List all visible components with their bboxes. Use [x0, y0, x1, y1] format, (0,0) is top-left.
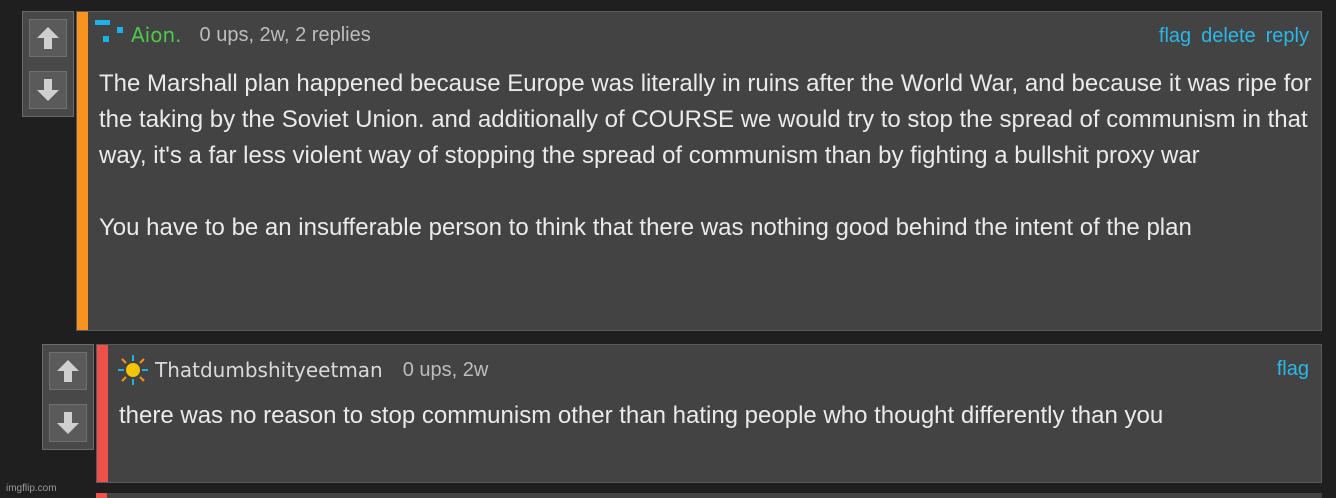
arrow-down-icon: [57, 412, 79, 434]
next-comment-edge: [96, 493, 1322, 498]
flag-link[interactable]: flag: [1277, 358, 1309, 381]
comment-header: Aion. 0 ups, 2w, 2 replies: [95, 20, 371, 50]
comment-paragraph: You have to be an insufferable person to…: [99, 214, 1192, 241]
comment-paragraph: The Marshall plan happened because Europ…: [99, 70, 1312, 169]
arrow-down-icon: [37, 79, 59, 101]
comment-meta: 0 ups, 2w: [402, 358, 489, 381]
vote-column: [42, 344, 94, 450]
downvote-button[interactable]: [49, 404, 87, 442]
comment-body: there was no reason to stop communism ot…: [119, 398, 1314, 434]
sun-avatar-icon: [118, 355, 148, 385]
comment-actions: flag delete reply: [1159, 25, 1309, 48]
flag-link[interactable]: flag: [1159, 25, 1191, 48]
downvote-button[interactable]: [29, 71, 67, 109]
username[interactable]: Aion.: [131, 23, 182, 47]
thread-accent-bar: [97, 345, 108, 482]
comment-body: The Marshall plan happened because Europ…: [99, 66, 1314, 246]
comment-paragraph: there was no reason to stop communism ot…: [119, 402, 1164, 429]
reply-link[interactable]: reply: [1266, 25, 1309, 48]
delete-link[interactable]: delete: [1201, 25, 1256, 48]
upvote-button[interactable]: [49, 352, 87, 390]
arrow-up-icon: [57, 360, 79, 382]
thread-accent-bar: [96, 493, 107, 498]
arrow-up-icon: [37, 27, 59, 49]
comment-box: Thatdumbshityeetman 0 ups, 2w flag there…: [96, 344, 1322, 483]
watermark: imgflip.com: [6, 483, 57, 494]
pixel-avatar-icon: [95, 20, 123, 42]
vote-column: [22, 11, 74, 117]
thread-accent-bar: [77, 12, 88, 330]
comment-actions: flag: [1277, 358, 1309, 381]
comment-box: Aion. 0 ups, 2w, 2 replies flag delete r…: [76, 11, 1322, 331]
upvote-button[interactable]: [29, 19, 67, 57]
username[interactable]: Thatdumbshityeetman: [155, 358, 383, 382]
comment-meta: 0 ups, 2w, 2 replies: [199, 23, 371, 46]
comment-header: Thatdumbshityeetman 0 ups, 2w: [117, 355, 488, 385]
